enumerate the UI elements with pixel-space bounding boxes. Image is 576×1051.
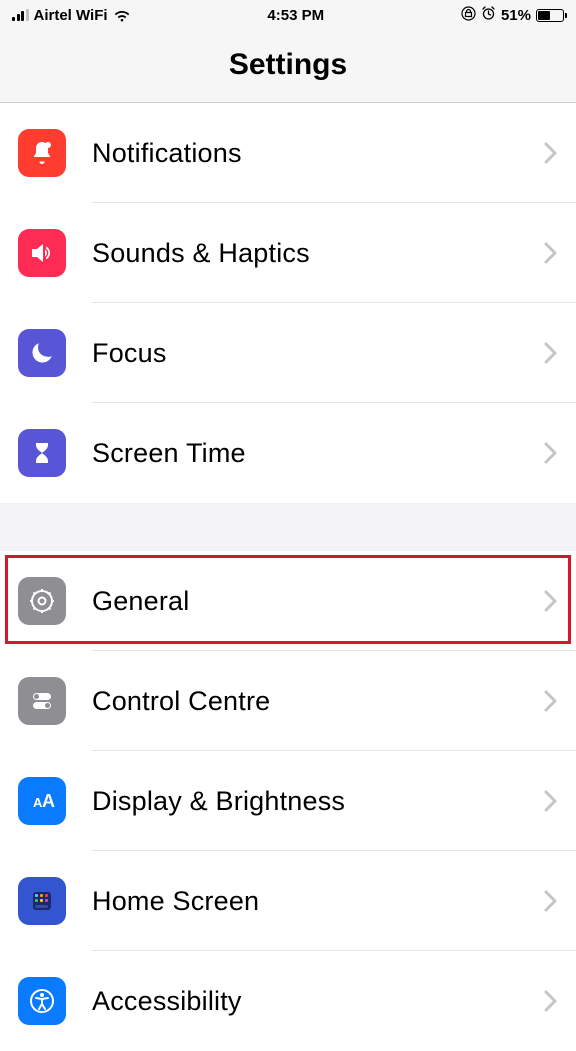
chevron-right-icon — [544, 890, 558, 912]
row-focus[interactable]: Focus — [0, 303, 576, 403]
moon-icon — [18, 329, 66, 377]
svg-text:A: A — [42, 791, 55, 811]
chevron-right-icon — [544, 990, 558, 1012]
row-accessibility[interactable]: Accessibility — [0, 951, 576, 1051]
row-label: Control Centre — [66, 686, 544, 717]
chevron-right-icon — [544, 142, 558, 164]
row-label: Display & Brightness — [66, 786, 544, 817]
row-label: Focus — [66, 338, 544, 369]
section-2: General Control Centre AA Display & Brig… — [0, 551, 576, 1051]
hourglass-icon — [18, 429, 66, 477]
wifi-icon — [113, 9, 131, 22]
row-general[interactable]: General — [0, 551, 576, 651]
chevron-right-icon — [544, 442, 558, 464]
row-display[interactable]: AA Display & Brightness — [0, 751, 576, 851]
battery-percent: 51% — [501, 7, 531, 24]
status-bar: Airtel WiFi 4:53 PM 51% — [0, 0, 576, 30]
bell-icon — [18, 129, 66, 177]
row-notifications[interactable]: Notifications — [0, 103, 576, 203]
page-title: Settings — [0, 48, 576, 82]
gear-icon — [18, 577, 66, 625]
accessibility-icon — [18, 977, 66, 1025]
row-control-centre[interactable]: Control Centre — [0, 651, 576, 751]
battery-icon — [536, 9, 564, 22]
section-gap — [0, 503, 576, 551]
chevron-right-icon — [544, 342, 558, 364]
textsize-icon: AA — [18, 777, 66, 825]
row-sounds[interactable]: Sounds & Haptics — [0, 203, 576, 303]
chevron-right-icon — [544, 242, 558, 264]
toggles-icon — [18, 677, 66, 725]
time-label: 4:53 PM — [267, 7, 324, 24]
row-screen-time[interactable]: Screen Time — [0, 403, 576, 503]
chevron-right-icon — [544, 590, 558, 612]
section-1: Notifications Sounds & Haptics Focus Scr… — [0, 103, 576, 503]
row-label: Sounds & Haptics — [66, 238, 544, 269]
status-left: Airtel WiFi — [12, 7, 131, 24]
row-label: General — [66, 586, 544, 617]
alarm-icon — [481, 6, 496, 25]
chevron-right-icon — [544, 690, 558, 712]
orientation-lock-icon — [461, 6, 476, 25]
chevron-right-icon — [544, 790, 558, 812]
carrier-label: Airtel WiFi — [34, 7, 108, 24]
row-label: Accessibility — [66, 986, 544, 1017]
status-right: 51% — [461, 6, 564, 25]
row-label: Home Screen — [66, 886, 544, 917]
row-label: Screen Time — [66, 438, 544, 469]
page-header: Settings — [0, 30, 576, 103]
speaker-icon — [18, 229, 66, 277]
signal-icon — [12, 9, 29, 21]
homescreen-icon — [18, 877, 66, 925]
row-label: Notifications — [66, 138, 544, 169]
row-home-screen[interactable]: Home Screen — [0, 851, 576, 951]
